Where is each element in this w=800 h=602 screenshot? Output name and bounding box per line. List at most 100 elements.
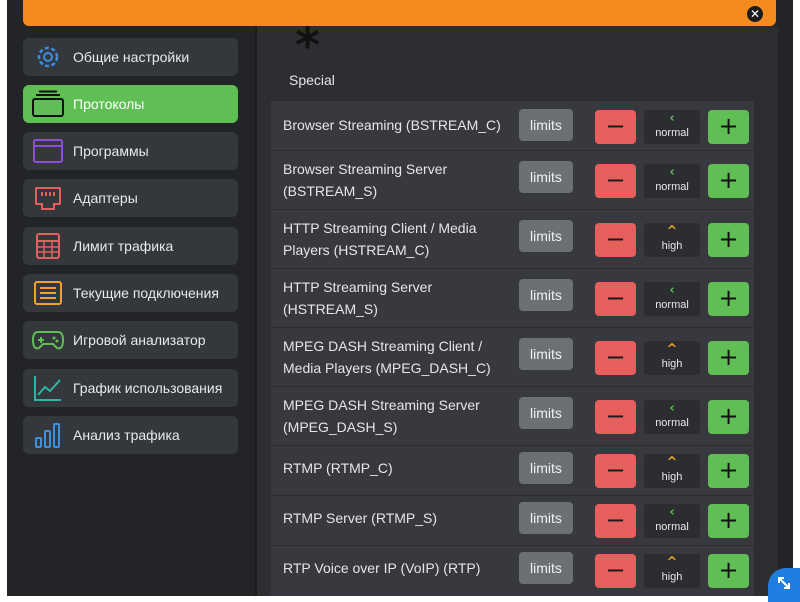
priority-arrow-icon: ^ [666,342,678,357]
increase-priority-button[interactable]: + [708,400,749,434]
priority-indicator: ^ high [644,223,700,257]
priority-arrow-icon: ^ [666,224,678,239]
protocol-row: Browser Streaming (BSTREAM_C) limits − ‹… [271,100,754,150]
title-bar: ✕ [23,0,776,26]
increase-priority-button[interactable]: + [708,341,749,375]
sidebar-item-label: Адаптеры [73,190,138,206]
increase-priority-button[interactable]: + [708,554,749,588]
sidebar-item-current-connections[interactable]: Текущие подключения [23,274,238,312]
protocol-name: MPEG DASH Streaming Server (MPEG_DASH_S) [283,397,480,435]
limits-button[interactable]: limits [519,279,573,311]
decrease-priority-button[interactable]: − [595,504,636,538]
priority-indicator: ^ high [644,454,700,488]
sidebar-item-label: Лимит трафика [73,238,174,254]
protocol-name: RTMP (RTMP_C) [283,460,393,476]
priority-indicator: ‹ normal [644,504,700,538]
decrease-priority-button[interactable]: − [595,400,636,434]
sidebar-item-general-settings[interactable]: Общие настройки [23,38,238,76]
decrease-priority-button[interactable]: − [595,554,636,588]
protocol-row: MPEG DASH Streaming Client / Media Playe… [271,327,754,386]
increase-priority-button[interactable]: + [708,110,749,144]
priority-indicator: ‹ normal [644,282,700,316]
protocol-name: HTTP Streaming Server (HSTREAM_S) [283,279,433,317]
limits-button[interactable]: limits [519,338,573,370]
decrease-priority-button[interactable]: − [595,110,636,144]
increase-priority-button[interactable]: + [708,164,749,198]
priority-label: normal [655,181,689,193]
protocol-name: MPEG DASH Streaming Client / Media Playe… [283,338,491,376]
sidebar-item-label: Общие настройки [73,49,190,65]
priority-arrow-icon: ^ [666,555,678,570]
priority-arrow-icon: ‹ [669,111,675,126]
sidebar-item-label: Протоколы [73,96,145,112]
priority-arrow-icon: ‹ [669,505,675,520]
protocol-row: RTMP Server (RTMP_S) limits − ‹ normal + [271,495,754,545]
gear-icon [23,42,73,72]
protocol-row: MPEG DASH Streaming Server (MPEG_DASH_S)… [271,386,754,445]
protocol-name: RTP Voice over IP (VoIP) (RTP) [283,560,481,576]
sidebar-item-label: Анализ трафика [73,427,180,443]
increase-priority-button[interactable]: + [708,454,749,488]
decrease-priority-button[interactable]: − [595,164,636,198]
protocol-row: HTTP Streaming Server (HSTREAM_S) limits… [271,268,754,327]
list-icon [23,280,73,306]
decrease-priority-button[interactable]: − [595,282,636,316]
priority-indicator: ^ high [644,554,700,588]
sidebar-item-label: Игровой анализатор [73,332,206,348]
limits-button[interactable]: limits [519,161,573,193]
sidebar-item-programs[interactable]: Программы [23,132,238,170]
priority-arrow-icon: ‹ [669,165,675,180]
limits-button[interactable]: limits [519,109,573,141]
category-label: Special [289,72,335,88]
sidebar-item-protocols[interactable]: Протоколы [23,85,238,123]
increase-priority-button[interactable]: + [708,223,749,257]
asterisk-icon: * [295,26,321,74]
limits-button[interactable]: limits [519,220,573,252]
network-port-icon [23,184,73,212]
decrease-priority-button[interactable]: − [595,341,636,375]
limits-button[interactable]: limits [519,502,573,534]
app-window-icon [23,138,73,164]
bar-chart-icon [23,421,73,449]
sidebar-item-label: График использования [73,380,223,396]
sidebar: Общие настройки Протоколы Программы Адап… [7,26,255,596]
priority-indicator: ‹ normal [644,400,700,434]
line-chart-icon [23,374,73,402]
priority-arrow-icon: ^ [666,455,678,470]
priority-label: high [661,240,683,252]
protocol-row: HTTP Streaming Client / Media Players (H… [271,209,754,268]
protocol-name: Browser Streaming Server (BSTREAM_S) [283,161,448,199]
app-window: ✕ Общие настройки Протоколы Программы Ад… [7,0,793,596]
increase-priority-button[interactable]: + [708,504,749,538]
protocol-name: HTTP Streaming Client / Media Players (H… [283,220,477,258]
sidebar-item-game-analyzer[interactable]: Игровой анализатор [23,321,238,359]
protocol-panel: * Special Browser Streaming (BSTREAM_C) … [257,26,778,596]
sidebar-item-label: Программы [73,143,149,159]
expand-arrows-icon [775,574,793,596]
protocol-name: Browser Streaming (BSTREAM_C) [283,117,501,133]
sidebar-item-traffic-limit[interactable]: Лимит трафика [23,227,238,265]
sidebar-item-adapters[interactable]: Адаптеры [23,179,238,217]
increase-priority-button[interactable]: + [708,282,749,316]
priority-label: normal [655,521,689,533]
sidebar-item-traffic-analysis[interactable]: Анализ трафика [23,416,238,454]
window-stack-icon [23,90,73,118]
sidebar-item-label: Текущие подключения [73,285,219,301]
limits-button[interactable]: limits [519,397,573,429]
priority-label: high [661,358,683,370]
decrease-priority-button[interactable]: − [595,454,636,488]
priority-label: normal [655,417,689,429]
priority-label: normal [655,127,689,139]
priority-indicator: ‹ normal [644,164,700,198]
limits-button[interactable]: limits [519,552,573,584]
sidebar-item-usage-graph[interactable]: График использования [23,369,238,407]
decrease-priority-button[interactable]: − [595,223,636,257]
close-button[interactable]: ✕ [747,6,763,22]
expand-button[interactable] [768,568,800,602]
priority-arrow-icon: ‹ [669,401,675,416]
priority-label: high [661,571,683,583]
priority-arrow-icon: ‹ [669,283,675,298]
priority-indicator: ^ high [644,341,700,375]
limits-button[interactable]: limits [519,452,573,484]
protocol-row: Browser Streaming Server (BSTREAM_S) lim… [271,150,754,209]
